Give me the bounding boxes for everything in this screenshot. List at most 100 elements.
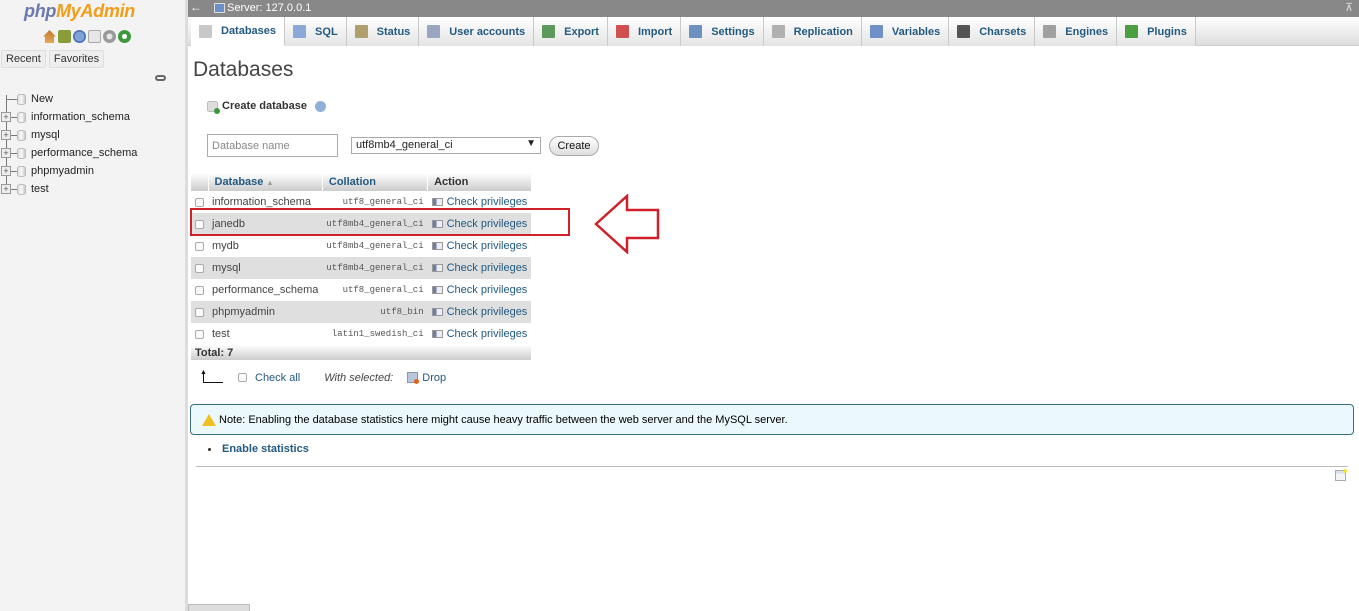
drop-button[interactable]: Drop [422,372,446,384]
enable-statistics-link[interactable]: Enable statistics [222,443,309,455]
check-all-label[interactable]: Check all [255,372,300,384]
collation-cell: utf8mb4_general_ci [322,257,428,279]
tree-item-new[interactable]: New [0,90,185,108]
database-name-link[interactable]: performance_schema [208,279,323,301]
check-privileges-link[interactable]: Check privileges [431,262,527,274]
database-name-link[interactable]: mydb [208,235,323,257]
link-with-main-icon[interactable] [155,75,166,81]
charsets-icon [957,25,971,38]
collation-cell: latin1_swedish_ci [322,323,428,345]
user-accounts-icon [427,25,441,38]
tab-plugins[interactable]: Plugins [1117,17,1196,46]
database-icon [17,111,26,123]
home-icon[interactable] [43,30,56,43]
row-checkbox[interactable] [195,329,204,339]
row-checkbox[interactable] [195,285,204,295]
create-database-heading: Create database [207,100,326,114]
tab-favorites[interactable]: Favorites [48,50,105,68]
tree-item-test[interactable]: + test [0,180,185,198]
tab-settings[interactable]: Settings [681,17,764,46]
collapse-sidebar-icon[interactable]: ← [190,0,202,14]
annotation-arrow-icon [594,194,660,254]
expand-icon[interactable]: + [1,112,11,122]
action-cell: Check privileges [427,323,532,345]
select-arrow-icon: ▲ [200,369,223,384]
help-icon[interactable] [315,100,326,112]
docs-icon[interactable] [88,30,101,43]
action-cell: Check privileges [427,301,532,323]
action-cell: Check privileges [427,235,532,257]
console-tab[interactable] [188,604,250,611]
collation-cell: utf8_bin [322,301,428,323]
tree-item-information-schema[interactable]: + information_schema [0,108,185,126]
bulk-actions-row: ▲ Check all With selected: Drop [200,369,446,384]
variables-icon [869,25,883,38]
console-icon[interactable] [1335,469,1347,481]
sort-asc-icon: ▲ [266,180,274,187]
row-checkbox[interactable] [195,307,204,317]
tab-sql[interactable]: SQL [285,17,347,46]
check-privileges-link[interactable]: Check privileges [431,284,527,296]
tab-import[interactable]: Import [607,17,682,46]
with-selected-label: With selected: [324,371,394,384]
total-count: Total: 7 [191,345,532,360]
settings-icon[interactable] [103,30,116,43]
expand-icon[interactable]: + [1,166,11,176]
tree-item-mysql[interactable]: + mysql [0,126,185,144]
bullet [208,447,211,451]
tab-charsets[interactable]: Charsets [949,17,1036,46]
wrench-icon [689,25,703,38]
drop-icon[interactable] [407,372,420,384]
server-icon [214,3,225,13]
help-icon[interactable] [73,30,86,43]
row-checkbox[interactable] [195,241,204,251]
enable-statistics-item: Enable statistics [208,443,309,455]
check-privileges-link[interactable]: Check privileges [431,240,527,252]
database-name-input[interactable] [207,134,338,157]
logout-icon[interactable] [58,30,71,43]
collation-cell: utf8mb4_general_ci [322,235,428,257]
navigation-sidebar: phpMyAdmin Recent Favorites New + inform… [0,0,186,611]
row-checkbox-cell [191,235,208,257]
phpmyadmin-logo[interactable]: phpMyAdmin [24,1,135,22]
tab-user-accounts[interactable]: User accounts [419,17,535,46]
expand-icon[interactable]: + [1,184,11,194]
annotation-highlight-box [190,208,570,236]
header-collation[interactable]: Collation [322,173,429,191]
tab-status[interactable]: Status [346,17,420,46]
table-row: mysql utf8mb4_general_ci Check privileges [191,257,532,279]
action-cell: Check privileges [427,279,532,301]
tab-recent[interactable]: Recent [1,50,46,68]
tab-variables[interactable]: Variables [861,17,950,46]
import-icon [615,25,629,38]
expand-icon[interactable]: + [1,148,11,158]
database-name-link[interactable]: phpmyadmin [208,301,323,323]
database-tree: New + information_schema + mysql + perfo… [0,90,185,198]
server-breadcrumb-bar: ← Server: 127.0.0.1 ⊼ [188,0,1359,17]
privileges-icon [431,197,443,206]
tab-engines[interactable]: Engines [1035,17,1118,46]
check-all-checkbox[interactable] [238,373,247,382]
divider [196,466,1348,467]
row-checkbox[interactable] [195,263,204,273]
database-name-link[interactable]: test [208,323,323,345]
reload-icon[interactable] [118,30,131,43]
tab-export[interactable]: Export [534,17,608,46]
server-breadcrumb[interactable]: Server: 127.0.0.1 [227,2,311,14]
tab-replication[interactable]: Replication [763,17,862,46]
page-title: Databases [193,58,294,81]
check-privileges-link[interactable]: Check privileges [431,196,527,208]
row-checkbox[interactable] [195,197,204,207]
expand-icon[interactable]: + [1,130,11,140]
collation-select[interactable]: utf8mb4_general_ci ▼ [351,137,541,154]
database-name-link[interactable]: mysql [208,257,323,279]
tab-databases[interactable]: Databases [191,17,286,46]
tree-item-performance-schema[interactable]: + performance_schema [0,144,185,162]
create-button[interactable]: Create [549,136,599,156]
header-database[interactable]: Database ▲ [208,173,323,191]
collapse-topbar-icon[interactable]: ⊼ [1345,1,1353,14]
row-checkbox-cell [191,279,208,301]
check-privileges-link[interactable]: Check privileges [431,306,527,318]
tree-item-phpmyadmin[interactable]: + phpmyadmin [0,162,185,180]
check-privileges-link[interactable]: Check privileges [431,328,527,340]
